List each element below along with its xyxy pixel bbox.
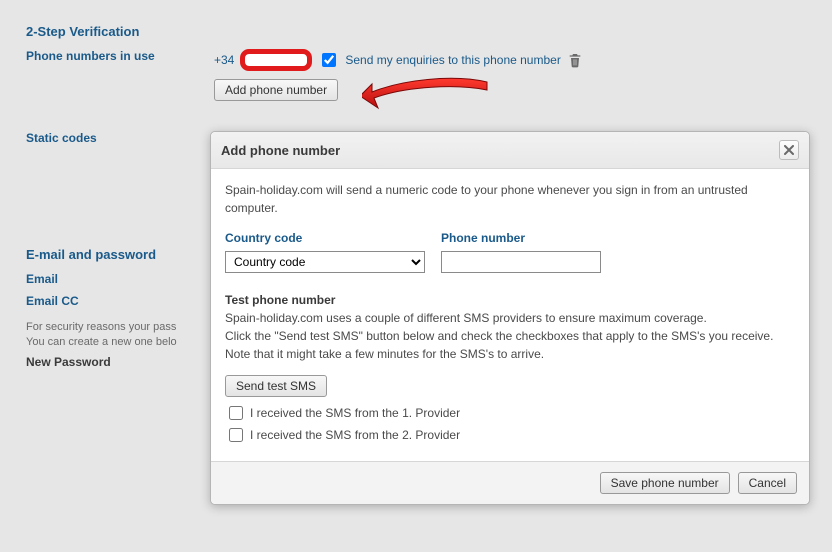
add-phone-dialog: Add phone number Spain-holiday.com will … (210, 131, 810, 505)
static-codes-label: Static codes (26, 131, 214, 145)
country-code-label: Country code (225, 231, 425, 245)
send-enquiries-checkbox[interactable] (322, 53, 336, 67)
provider1-label: I received the SMS from the 1. Provider (250, 406, 460, 420)
send-test-sms-button[interactable]: Send test SMS (225, 375, 327, 397)
cancel-button[interactable]: Cancel (738, 472, 797, 494)
security-hint: For security reasons your pass You can c… (0, 312, 210, 351)
test-phone-heading: Test phone number (225, 293, 795, 307)
country-code-select[interactable]: Country code (225, 251, 425, 273)
dialog-title: Add phone number (221, 143, 340, 158)
close-icon[interactable] (779, 140, 799, 160)
phone-number-label: Phone number (441, 231, 601, 245)
red-arrow-annotation (362, 74, 492, 117)
send-enquiries-label: Send my enquiries to this phone number (345, 53, 560, 67)
phone-dial-code: +34 (214, 53, 234, 67)
test-phone-para: Spain-holiday.com uses a couple of diffe… (225, 309, 795, 363)
provider2-checkbox[interactable] (229, 428, 243, 442)
provider2-label: I received the SMS from the 2. Provider (250, 428, 460, 442)
add-phone-button[interactable]: Add phone number (214, 79, 338, 101)
phones-in-use-label: Phone numbers in use (26, 49, 214, 63)
section-2sv-title: 2-Step Verification (0, 8, 832, 45)
trash-icon[interactable] (567, 52, 583, 68)
phone-number-input[interactable] (441, 251, 601, 273)
provider1-checkbox[interactable] (229, 406, 243, 420)
dialog-description: Spain-holiday.com will send a numeric co… (225, 181, 795, 217)
save-phone-button[interactable]: Save phone number (600, 472, 730, 494)
redacted-phone-annotation (240, 49, 312, 71)
